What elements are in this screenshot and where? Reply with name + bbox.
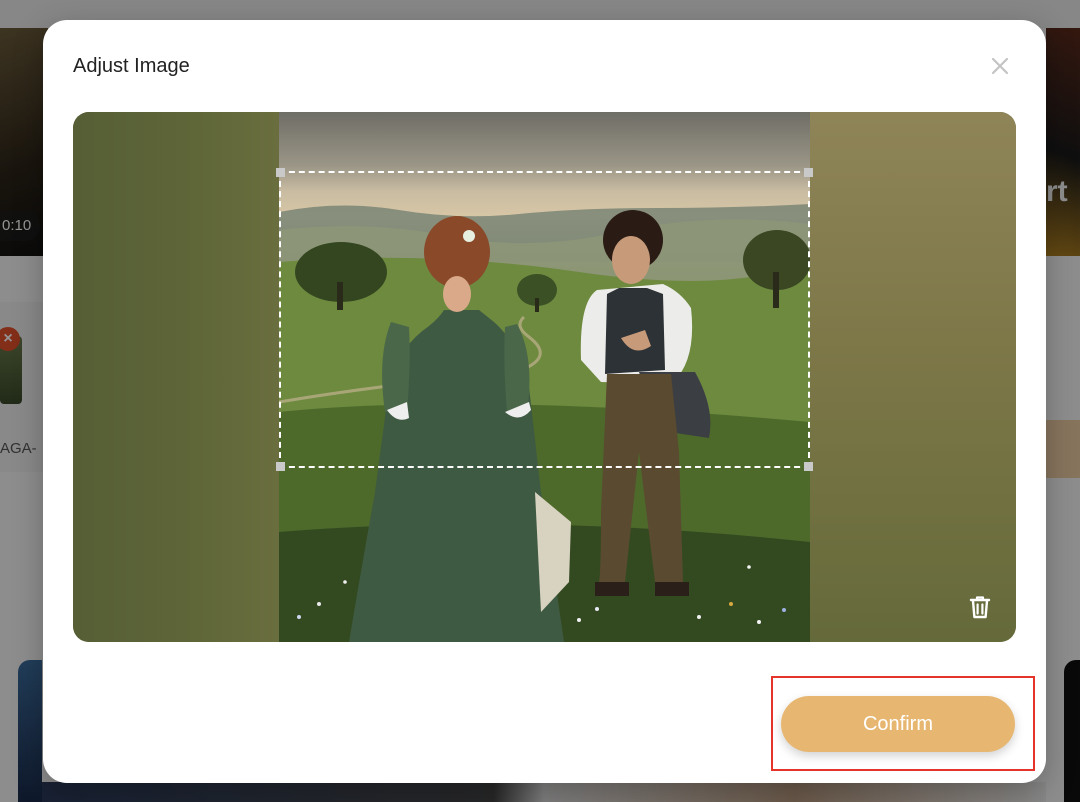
extended-fill-left bbox=[73, 112, 279, 642]
extended-fill-right bbox=[810, 112, 1016, 642]
confirm-button[interactable]: Confirm bbox=[781, 696, 1015, 752]
adjust-image-dialog: Adjust Image bbox=[43, 20, 1046, 783]
trash-icon[interactable] bbox=[965, 592, 995, 622]
close-icon[interactable] bbox=[988, 54, 1012, 78]
crop-handle-top-right[interactable] bbox=[804, 168, 813, 177]
crop-selection-box[interactable] bbox=[276, 168, 813, 471]
image-editor-canvas bbox=[73, 112, 1016, 642]
dialog-title: Adjust Image bbox=[73, 55, 190, 77]
crop-handle-bottom-right[interactable] bbox=[804, 462, 813, 471]
crop-handle-top-left[interactable] bbox=[276, 168, 285, 177]
crop-handle-bottom-left[interactable] bbox=[276, 462, 285, 471]
